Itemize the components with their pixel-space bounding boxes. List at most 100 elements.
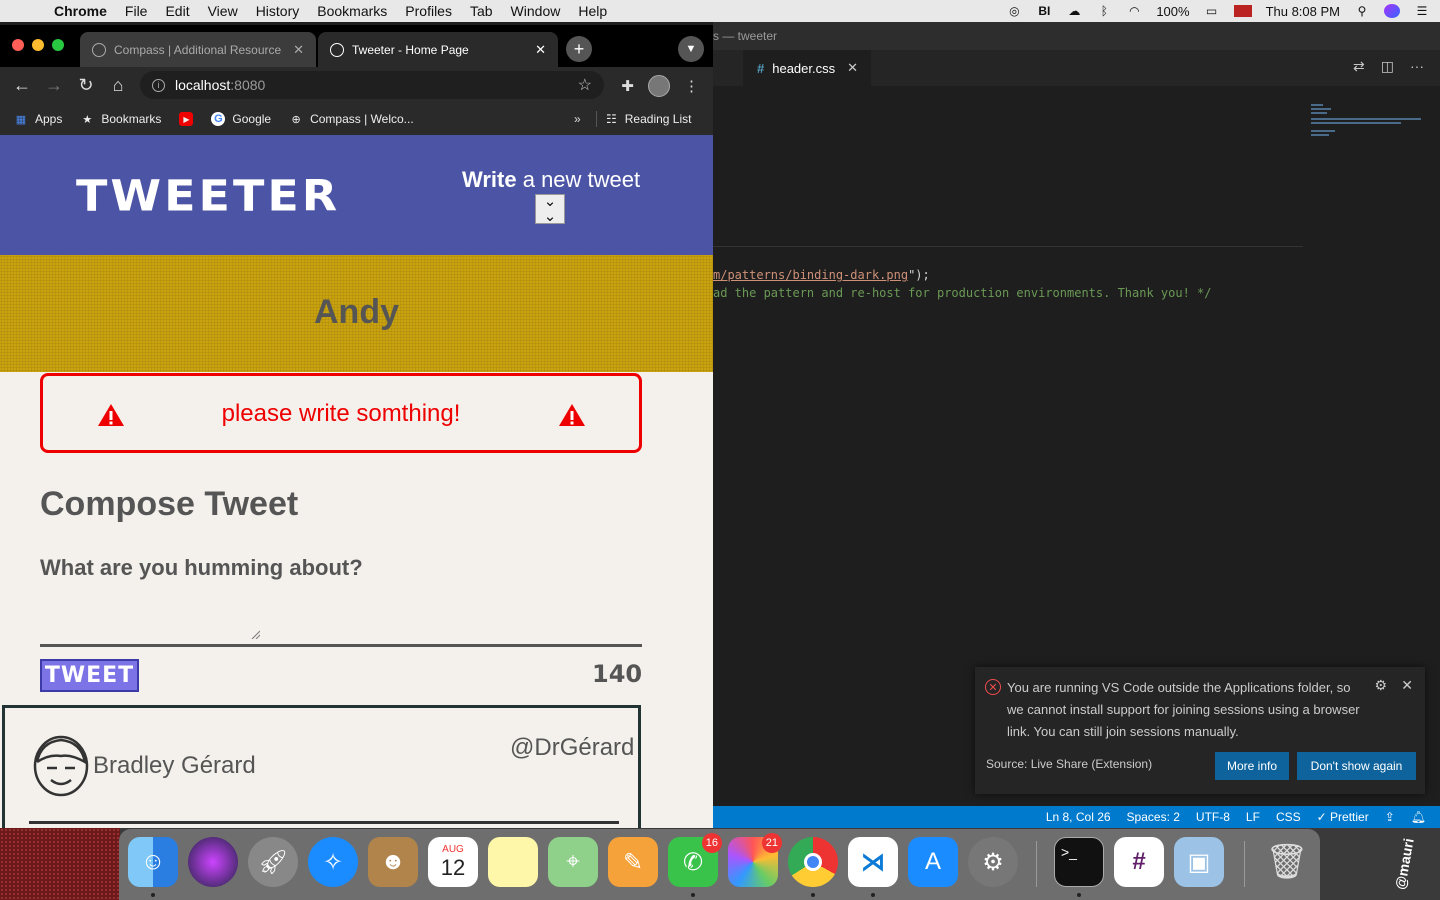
slack-icon[interactable]: # — [1114, 837, 1164, 887]
tab-compass[interactable]: Compass | Additional Resource ✕ — [80, 32, 316, 67]
zoom-window-button[interactable] — [52, 39, 64, 51]
close-tab-icon[interactable]: ✕ — [847, 60, 858, 76]
notes-icon[interactable] — [488, 837, 538, 887]
maps-icon[interactable]: ⌖ — [548, 837, 598, 887]
forward-arrow-icon[interactable]: → — [44, 75, 64, 95]
creative-cloud-icon[interactable]: ◎ — [1006, 4, 1022, 18]
menu-profiles[interactable]: Profiles — [405, 3, 452, 19]
compass-favicon-icon — [92, 42, 106, 57]
compare-changes-icon[interactable]: ⇄ — [1353, 58, 1365, 75]
chrome-menu-icon[interactable]: ⋮ — [684, 77, 699, 95]
extensions-puzzle-icon[interactable]: ✚ — [621, 77, 634, 95]
facetime-icon[interactable]: ✆ 16 — [668, 833, 722, 887]
site-info-icon[interactable]: i — [152, 78, 165, 92]
us-flag-icon[interactable] — [1233, 5, 1252, 17]
menu-edit[interactable]: Edit — [165, 3, 189, 19]
reading-list-button[interactable]: ☷ Reading List — [606, 103, 691, 135]
reload-icon[interactable]: ↻ — [76, 75, 96, 95]
siri-icon[interactable] — [1384, 4, 1400, 18]
safari-icon[interactable]: ✧ — [308, 837, 358, 887]
bookmark-compass[interactable]: ⊕ Compass | Welco... — [289, 112, 413, 126]
close-tab-icon[interactable]: ✕ — [535, 42, 546, 58]
status-eol[interactable]: LF — [1246, 810, 1260, 824]
status-language[interactable]: CSS — [1276, 810, 1301, 824]
address-bar[interactable]: i localhost:8080 ☆ — [140, 71, 604, 99]
minimap[interactable] — [1311, 104, 1423, 140]
bookmark-youtube[interactable]: ▶ — [179, 112, 194, 126]
bi-icon[interactable]: BI — [1036, 4, 1052, 18]
notifications-bell-icon[interactable]: 🔔︎ — [1411, 810, 1426, 824]
home-icon[interactable]: ⌂ — [108, 75, 128, 95]
tweet-textarea[interactable] — [40, 593, 260, 639]
more-actions-icon[interactable]: ··· — [1410, 58, 1424, 75]
status-prettier[interactable]: ✓ Prettier — [1317, 810, 1369, 824]
calendar-icon[interactable]: AUG 12 — [428, 837, 478, 887]
control-center-icon[interactable]: ☰ — [1414, 4, 1430, 18]
battery-percent: 100% — [1156, 3, 1190, 19]
menu-tab[interactable]: Tab — [470, 3, 493, 19]
reading-list-icon: ☷ — [606, 112, 617, 126]
pages-icon[interactable]: ✎ — [608, 837, 658, 887]
profile-avatar[interactable] — [648, 75, 670, 97]
tab-search-button[interactable]: ▼ — [678, 36, 704, 62]
status-indentation[interactable]: Spaces: 2 — [1127, 810, 1180, 824]
trash-icon[interactable]: 🗑︎ — [1262, 837, 1312, 887]
bookmark-apps[interactable]: ▦ Apps — [14, 112, 63, 126]
more-info-button[interactable]: More info — [1215, 752, 1289, 780]
terminal-icon[interactable]: >_ — [1054, 837, 1104, 887]
bookmark-bookmarks[interactable]: ★ Bookmarks — [80, 112, 161, 126]
double-chevron-down-icon[interactable]: ⌄ ⌄ — [535, 194, 565, 224]
bookmark-google[interactable]: G Google — [211, 112, 271, 126]
app-store-icon[interactable]: A — [908, 837, 958, 887]
tweet-button[interactable]: TWEET — [40, 659, 139, 692]
minimize-window-button[interactable] — [32, 39, 44, 51]
gear-icon[interactable]: ⚙ — [1374, 677, 1387, 694]
live-share-icon[interactable]: ⇪ — [1385, 810, 1395, 824]
system-preferences-icon[interactable]: ⚙ — [968, 837, 1018, 887]
photos-icon[interactable]: 21 — [728, 833, 782, 887]
write-new-tweet-link[interactable]: Write a new tweet — [462, 167, 640, 193]
menu-file[interactable]: File — [125, 3, 148, 19]
split-editor-icon[interactable]: ◫ — [1381, 58, 1394, 75]
close-window-button[interactable] — [12, 39, 24, 51]
tab-tweeter[interactable]: Tweeter - Home Page ✕ — [318, 32, 558, 67]
code-line-url[interactable]: m/patterns/binding-dark.png"); — [713, 268, 930, 282]
menu-window[interactable]: Window — [511, 3, 561, 19]
bookmark-label: Google — [232, 112, 272, 126]
close-icon[interactable]: ✕ — [1401, 677, 1413, 694]
tweet-author-handle: @DrGérard — [510, 734, 635, 761]
status-cursor-position[interactable]: Ln 8, Col 26 — [1046, 810, 1111, 824]
more-bookmarks-icon[interactable]: » — [574, 112, 581, 126]
menu-view[interactable]: View — [208, 3, 238, 19]
spotlight-search-icon[interactable]: ⚲ — [1354, 4, 1370, 18]
menubar-clock[interactable]: Thu 8:08 PM — [1266, 4, 1340, 19]
menu-app-name[interactable]: Chrome — [54, 3, 107, 19]
battery-icon[interactable]: ▭ — [1204, 4, 1220, 18]
preview-icon[interactable]: ▣ — [1174, 837, 1224, 887]
resize-handle-icon[interactable] — [250, 629, 260, 639]
finder-icon[interactable]: ☺ — [128, 837, 178, 887]
menu-help[interactable]: Help — [578, 3, 607, 19]
star-icon: ★ — [82, 113, 93, 126]
bluetooth-icon[interactable]: ᛒ — [1096, 4, 1112, 18]
vscode-tab-header-css[interactable]: # header.css ✕ — [743, 50, 871, 86]
code-line-comment[interactable]: ad the pattern and re-host for productio… — [713, 286, 1212, 300]
launchpad-icon[interactable]: 🚀︎ — [248, 837, 298, 887]
vscode-icon[interactable]: ⋊ — [848, 837, 898, 887]
code-punct: "); — [908, 268, 930, 282]
close-tab-icon[interactable]: ✕ — [293, 42, 304, 58]
menu-bookmarks[interactable]: Bookmarks — [317, 3, 387, 19]
tweeter-logo[interactable]: TWEETER — [76, 171, 340, 221]
cloud-upload-icon[interactable]: ☁ — [1066, 4, 1082, 18]
wifi-icon[interactable]: ◠ — [1126, 4, 1142, 18]
status-encoding[interactable]: UTF-8 — [1196, 810, 1230, 824]
new-tab-button[interactable]: + — [566, 36, 592, 62]
back-arrow-icon[interactable]: ← — [12, 75, 32, 95]
bookmark-star-icon[interactable]: ☆ — [578, 75, 592, 95]
chrome-icon[interactable] — [788, 837, 838, 887]
siri-icon[interactable] — [188, 837, 238, 887]
dont-show-again-button[interactable]: Don't show again — [1297, 752, 1416, 780]
contacts-icon[interactable]: ☻ — [368, 837, 418, 887]
profile-header: Andy — [0, 255, 713, 372]
menu-history[interactable]: History — [256, 3, 300, 19]
